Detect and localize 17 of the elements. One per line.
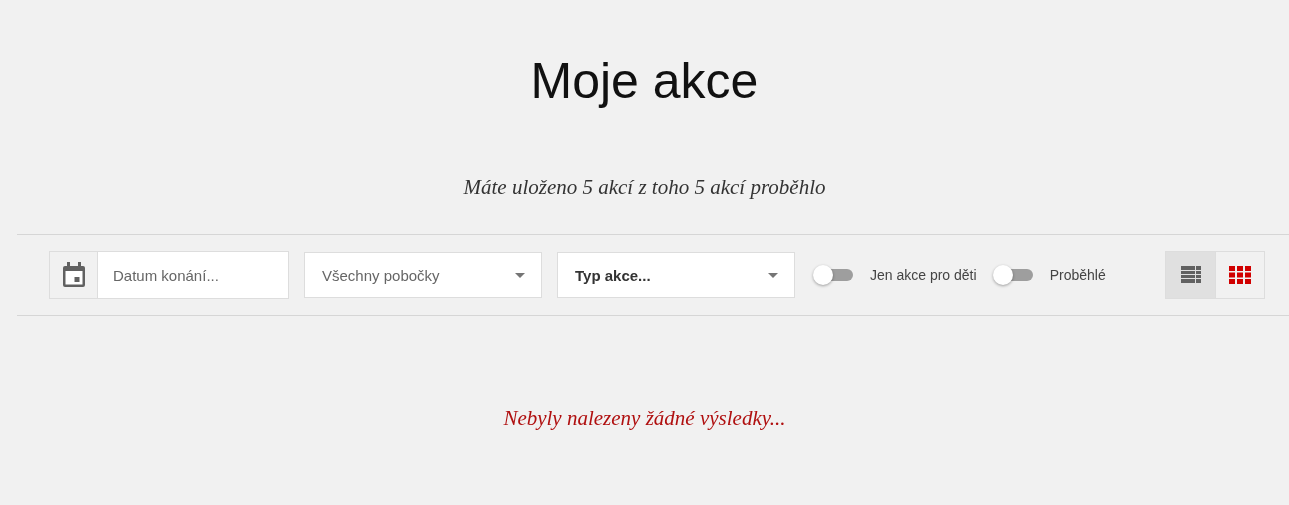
page-title: Moje akce (529, 52, 760, 111)
calendar-button[interactable] (49, 251, 98, 299)
select-field[interactable]: Všechny pobočky (304, 252, 542, 298)
empty-message: Nebyly nalezeny žádné výsledky... (502, 406, 787, 431)
caret-icon (515, 272, 525, 278)
list-icon (1180, 266, 1201, 284)
list-view-button[interactable] (1166, 252, 1215, 298)
grid-icon (1229, 266, 1251, 284)
toggle-switch[interactable] (992, 265, 1033, 285)
toggle-switch[interactable] (813, 265, 853, 285)
caret-icon (768, 272, 778, 278)
select-field[interactable]: Typ akce... (557, 252, 795, 298)
toggle-label: Proběhlé (1049, 267, 1106, 283)
calendar-icon (61, 262, 86, 288)
date-field[interactable]: Datum konání... (98, 251, 289, 299)
summary-text: Máte uloženo 5 akcí z toho 5 akcí proběhlo (462, 174, 827, 200)
toggle-label: Jen akce pro děti (870, 267, 977, 283)
